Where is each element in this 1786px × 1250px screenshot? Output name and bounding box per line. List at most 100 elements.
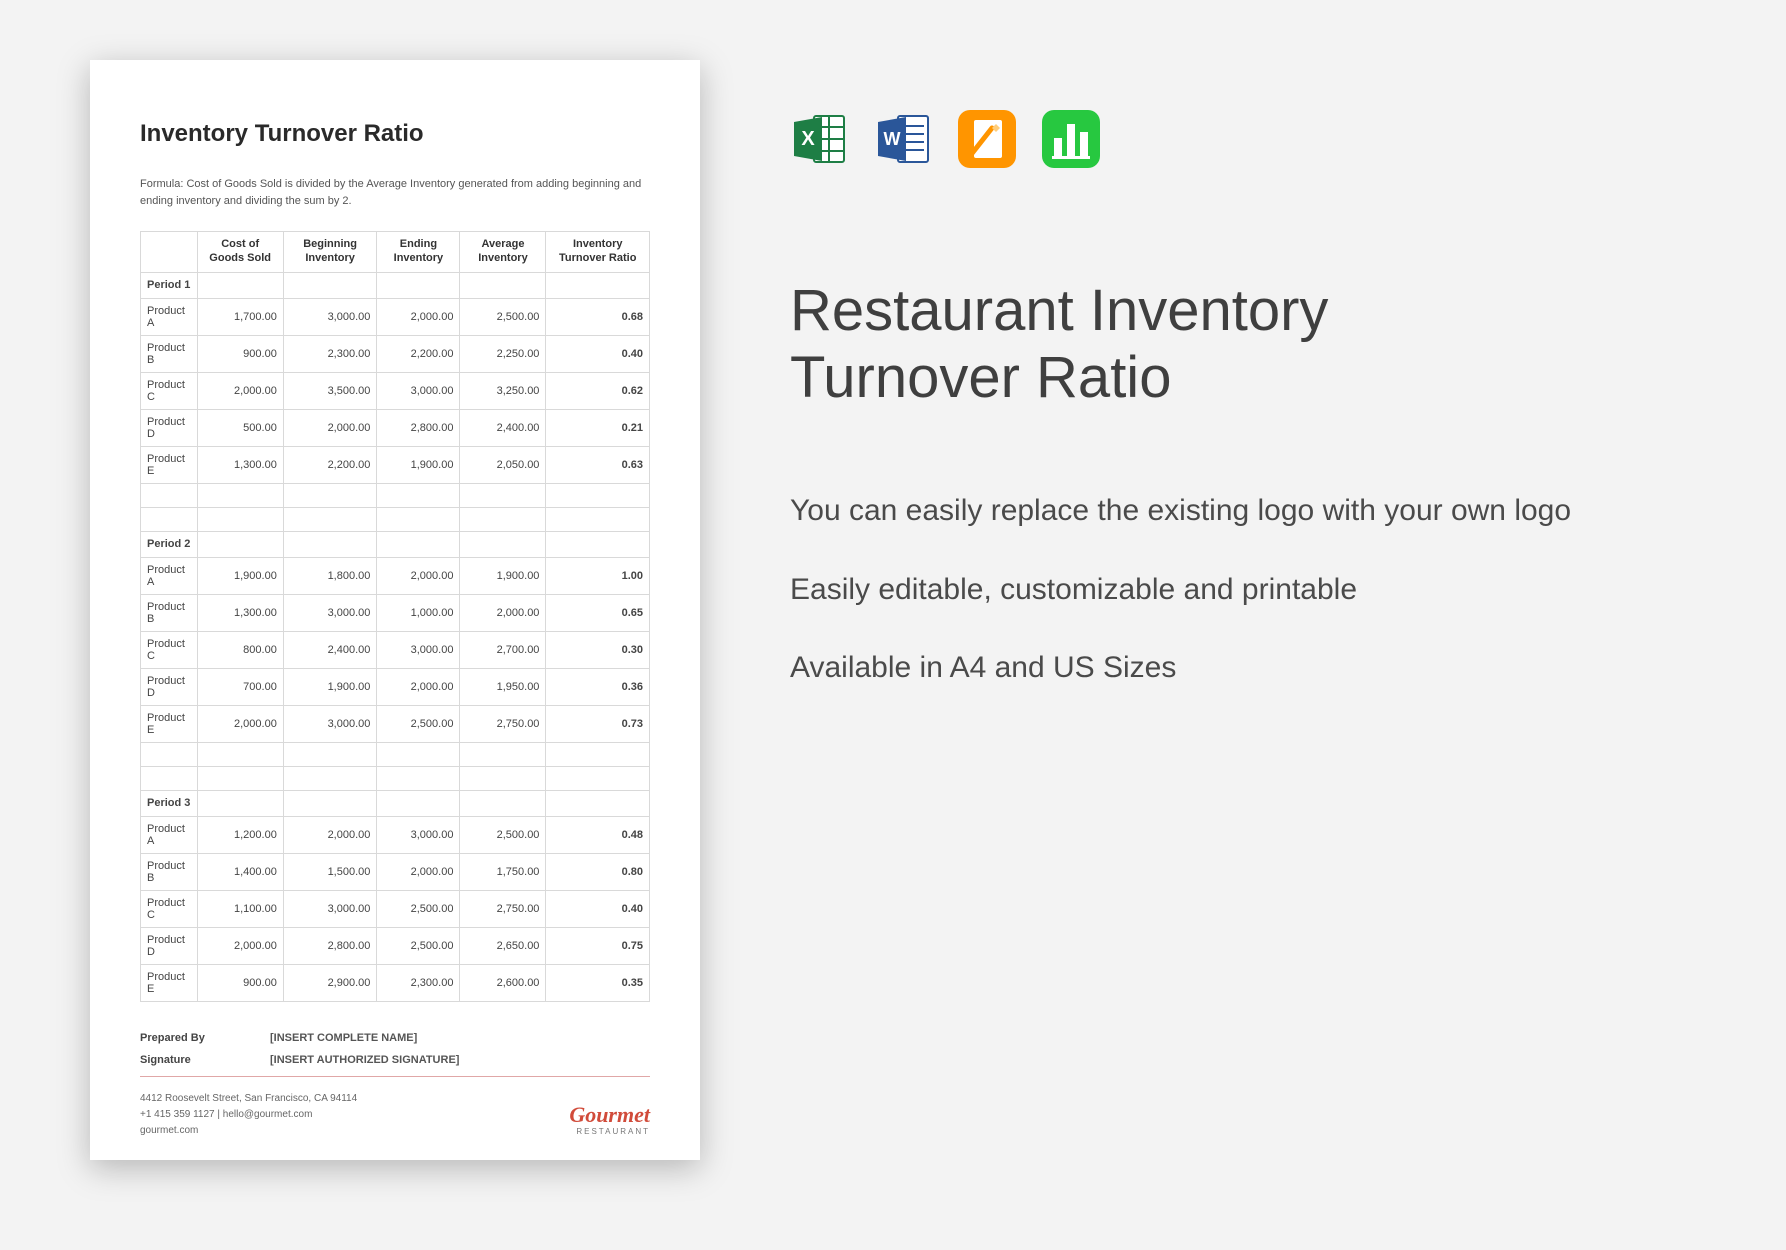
- cell-beginning: 3,000.00: [283, 705, 377, 742]
- cell-beginning: 2,000.00: [283, 816, 377, 853]
- cell-cogs: 1,300.00: [197, 446, 283, 483]
- cell-ending: 2,500.00: [377, 890, 460, 927]
- cell-ratio: 0.68: [546, 298, 650, 335]
- word-icon[interactable]: W: [874, 110, 932, 168]
- feature-list: You can easily replace the existing logo…: [790, 491, 1676, 689]
- cell-ratio: 0.36: [546, 668, 650, 705]
- table-row: Product E2,000.003,000.002,500.002,750.0…: [141, 705, 650, 742]
- cell-product: Product A: [141, 298, 198, 335]
- cell-product: Product A: [141, 557, 198, 594]
- period-row: Period 3: [141, 790, 650, 816]
- cell-average: 2,500.00: [460, 298, 546, 335]
- cell-average: 2,500.00: [460, 816, 546, 853]
- cell-ending: 3,000.00: [377, 372, 460, 409]
- cell-average: 1,750.00: [460, 853, 546, 890]
- cell-beginning: 1,800.00: [283, 557, 377, 594]
- table-row: Product A1,900.001,800.002,000.001,900.0…: [141, 557, 650, 594]
- signature-value: [INSERT AUTHORIZED SIGNATURE]: [270, 1054, 459, 1066]
- cell-product: Product E: [141, 446, 198, 483]
- table-row: Product B1,300.003,000.001,000.002,000.0…: [141, 594, 650, 631]
- cell-average: 2,700.00: [460, 631, 546, 668]
- table-row: Product C1,100.003,000.002,500.002,750.0…: [141, 890, 650, 927]
- cell-ratio: 0.48: [546, 816, 650, 853]
- doc-formula: Formula: Cost of Goods Sold is divided b…: [140, 176, 650, 209]
- cell-ratio: 0.73: [546, 705, 650, 742]
- cell-ending: 2,000.00: [377, 298, 460, 335]
- cell-ending: 1,900.00: [377, 446, 460, 483]
- cell-ratio: 0.35: [546, 964, 650, 1001]
- brand-name: Gourmet: [569, 1104, 650, 1126]
- cell-beginning: 1,900.00: [283, 668, 377, 705]
- table-row: Product C2,000.003,500.003,000.003,250.0…: [141, 372, 650, 409]
- cell-ending: 2,200.00: [377, 335, 460, 372]
- cell-product: Product E: [141, 964, 198, 1001]
- footer-site: gourmet.com: [140, 1123, 357, 1139]
- cell-product: Product E: [141, 705, 198, 742]
- cell-cogs: 900.00: [197, 335, 283, 372]
- blank-row: [141, 766, 650, 790]
- numbers-icon[interactable]: [1042, 110, 1100, 168]
- cell-ratio: 1.00: [546, 557, 650, 594]
- cell-product: Product D: [141, 927, 198, 964]
- inventory-table: Cost of Goods Sold Beginning Inventory E…: [140, 231, 650, 1002]
- excel-icon[interactable]: X: [790, 110, 848, 168]
- col-cogs: Cost of Goods Sold: [197, 232, 283, 273]
- footer-contact-line: +1 415 359 1127 | hello@gourmet.com: [140, 1107, 357, 1123]
- cell-average: 2,400.00: [460, 409, 546, 446]
- document-preview: Inventory Turnover Ratio Formula: Cost o…: [90, 60, 700, 1160]
- table-row: Product A1,700.003,000.002,000.002,500.0…: [141, 298, 650, 335]
- cell-ending: 2,500.00: [377, 705, 460, 742]
- cell-product: Product C: [141, 372, 198, 409]
- period-row: Period 1: [141, 272, 650, 298]
- feature-item: Easily editable, customizable and printa…: [790, 570, 1676, 611]
- cell-cogs: 800.00: [197, 631, 283, 668]
- cell-average: 3,250.00: [460, 372, 546, 409]
- cell-ratio: 0.65: [546, 594, 650, 631]
- table-row: Product E1,300.002,200.001,900.002,050.0…: [141, 446, 650, 483]
- cell-cogs: 2,000.00: [197, 705, 283, 742]
- cell-cogs: 1,400.00: [197, 853, 283, 890]
- cell-beginning: 3,000.00: [283, 594, 377, 631]
- cell-product: Product B: [141, 335, 198, 372]
- table-row: Product D700.001,900.002,000.001,950.000…: [141, 668, 650, 705]
- cell-beginning: 2,000.00: [283, 409, 377, 446]
- pages-icon[interactable]: [958, 110, 1016, 168]
- table-row: Product D500.002,000.002,800.002,400.000…: [141, 409, 650, 446]
- cell-average: 2,600.00: [460, 964, 546, 1001]
- col-blank: [141, 232, 198, 273]
- cell-average: 2,750.00: [460, 890, 546, 927]
- cell-cogs: 700.00: [197, 668, 283, 705]
- cell-product: Product B: [141, 853, 198, 890]
- cell-ratio: 0.40: [546, 890, 650, 927]
- svg-text:X: X: [801, 128, 815, 150]
- cell-ratio: 0.80: [546, 853, 650, 890]
- blank-row: [141, 742, 650, 766]
- blank-row: [141, 507, 650, 531]
- cell-ending: 2,000.00: [377, 668, 460, 705]
- signature-label: Signature: [140, 1054, 270, 1066]
- table-row: Product E900.002,900.002,300.002,600.000…: [141, 964, 650, 1001]
- blank-row: [141, 483, 650, 507]
- cell-beginning: 2,400.00: [283, 631, 377, 668]
- cell-ending: 2,300.00: [377, 964, 460, 1001]
- cell-ratio: 0.63: [546, 446, 650, 483]
- brand-sub: RESTAURANT: [569, 1126, 650, 1139]
- cell-average: 2,650.00: [460, 927, 546, 964]
- table-row: Product B1,400.001,500.002,000.001,750.0…: [141, 853, 650, 890]
- period-label: Period 3: [141, 790, 198, 816]
- cell-average: 1,900.00: [460, 557, 546, 594]
- info-panel: X W: [790, 60, 1676, 1190]
- cell-ending: 2,000.00: [377, 557, 460, 594]
- doc-footer: 4412 Roosevelt Street, San Francisco, CA…: [140, 1076, 650, 1139]
- footer-contact: 4412 Roosevelt Street, San Francisco, CA…: [140, 1091, 357, 1139]
- cell-product: Product A: [141, 816, 198, 853]
- cell-ratio: 0.40: [546, 335, 650, 372]
- cell-ending: 2,000.00: [377, 853, 460, 890]
- cell-average: 2,000.00: [460, 594, 546, 631]
- cell-average: 2,750.00: [460, 705, 546, 742]
- cell-beginning: 3,000.00: [283, 298, 377, 335]
- cell-product: Product C: [141, 631, 198, 668]
- table-row: Product A1,200.002,000.003,000.002,500.0…: [141, 816, 650, 853]
- cell-beginning: 2,200.00: [283, 446, 377, 483]
- cell-ratio: 0.75: [546, 927, 650, 964]
